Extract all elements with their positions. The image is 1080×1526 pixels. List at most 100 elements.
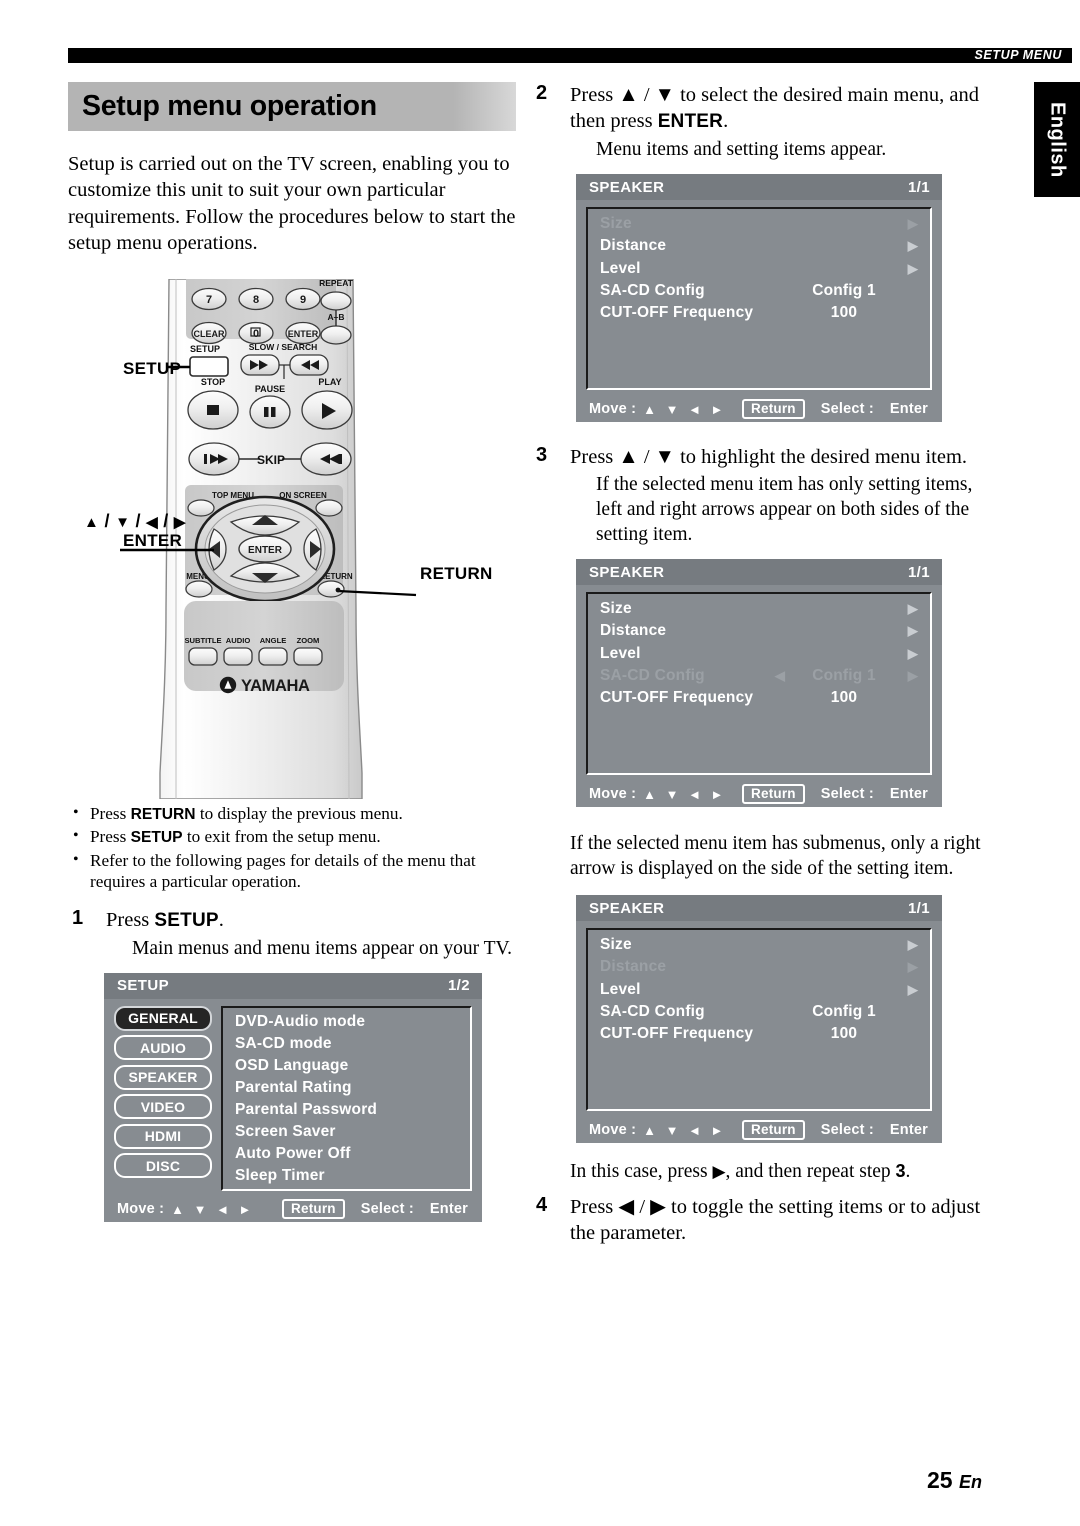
step-3-number: 3 [536,444,548,466]
list-item[interactable]: Auto Power Off [235,1143,470,1165]
osd-move-arrows-icon: ▲ ▼ ◄ ► [171,1201,255,1217]
osd-enter-hint: Enter [889,786,928,802]
list-item: Refer to the following pages for details… [68,849,516,893]
osd-tab-hdmi[interactable]: HDMI [114,1123,212,1149]
osd-move-hint: Move : [589,1122,637,1138]
osd-enter-hint: Enter [889,401,928,417]
svg-text:PAUSE: PAUSE [255,384,285,394]
osd-select-hint: Select : [820,786,874,802]
list-item[interactable]: CUT-OFF Frequency 100 [588,1023,930,1045]
osd-return-button[interactable]: Return [282,1199,345,1220]
list-item[interactable]: Parental Password [235,1099,470,1121]
list-item[interactable]: CUT-OFF Frequency 100 [588,302,930,324]
osd-enter-hint: Enter [429,1201,468,1218]
up-arrow-icon: ▲ [618,84,639,106]
list-item[interactable]: Size ▶ [588,934,930,956]
osd-move-arrows-icon: ▲ ▼ ◄ ► [643,1122,727,1138]
osd-speaker3-page: 1/1 [907,899,930,917]
callout-return: RETURN [420,563,493,583]
osd-speaker3-titlebar: SPEAKER 1/1 [576,895,942,921]
right-arrow-icon: ▶ [907,959,918,975]
callout-enter: ENTER [123,530,183,550]
right-arrow-icon: ▶ [907,645,918,661]
osd-move-hint: Move : [589,786,637,802]
osd-return-button[interactable]: Return [742,399,805,419]
list-item[interactable]: Distance ▶ [588,620,930,642]
osd-speaker-screen-3: SPEAKER 1/1 Size ▶ Distance ▶ Level ▶ SA-CD… [576,895,942,1143]
list-item[interactable]: Size ▶ [588,213,930,235]
svg-text:9: 9 [300,294,306,306]
svg-text:REPEAT: REPEAT [319,279,354,288]
list-item[interactable]: SA-CD Config ◀ Config 1 ▶ [588,665,930,687]
osd-speaker1-titlebar: SPEAKER 1/1 [576,174,942,200]
list-item[interactable]: Sleep Timer [235,1165,470,1187]
list-item[interactable]: SA-CD mode [235,1033,470,1055]
osd-tab-speaker[interactable]: SPEAKER [114,1064,212,1090]
step-2: 2 Press ▲ / ▼ to select the desired main… [532,82,982,162]
callout-setup: SETUP [123,358,182,378]
svg-text:0: 0 [253,328,259,340]
osd-select-hint: Select : [820,1122,874,1138]
osd-setup-footer: Move : ▲ ▼ ◄ ► Return Select : Enter [104,1196,482,1222]
step-2-lead: Press ▲ / ▼ to select the desired main m… [570,84,979,132]
page-number-value: 25 [927,1467,953,1493]
svg-text:8: 8 [253,294,259,306]
list-item: Press RETURN to display the previous men… [68,802,516,826]
svg-text:ENTER: ENTER [248,545,283,556]
step-2-subtext: Menu items and setting items appear. [596,139,887,160]
list-item[interactable]: Distance ▶ [588,235,930,257]
list-item[interactable]: DVD-Audio mode [235,1011,470,1033]
osd-speaker1-title: SPEAKER [589,178,665,196]
osd-speaker2-list: Size ▶ Distance ▶ Level ▶ SA-CD Config ◀ Conf… [586,592,932,775]
right-column: 2 Press ▲ / ▼ to select the desired main… [532,82,982,1246]
right-arrow-icon: ▶ [907,668,918,684]
osd-tab-video[interactable]: VIDEO [114,1094,212,1120]
svg-text:A–B: A–B [327,312,344,322]
in-this-case-note: In this case, press ▶, and then repeat s… [570,1161,911,1182]
osd-setup-title: SETUP [117,977,170,995]
step-1-subtext: Main menus and menu items appear on your… [132,937,513,959]
list-item[interactable]: Level ▶ [588,258,930,280]
osd-speaker-screen-1: SPEAKER 1/1 Size ▶ Distance ▶ Level ▶ SA-CD… [576,174,942,422]
list-item[interactable]: SA-CD Config Config 1 [588,1001,930,1023]
osd-tab-disc[interactable]: DISC [114,1153,212,1179]
right-arrow-icon: ▶ [907,937,918,953]
language-tab: English [1034,82,1080,197]
list-item[interactable]: Level ▶ [588,643,930,665]
left-arrow-icon: ◀ [774,668,786,684]
language-tab-label: English [1046,101,1069,178]
osd-tab-general[interactable]: GENERAL [114,1005,212,1031]
page-title: Setup menu operation [82,90,377,122]
step-3-subtext: If the selected menu item has only setti… [596,474,973,545]
svg-text:AUDIO: AUDIO [226,636,251,645]
left-column: Setup menu operation Setup is carried ou… [68,82,516,1223]
osd-select-hint: Select : [820,401,874,417]
osd-move-hint: Move : ▲ ▼ ◄ ► [117,1201,255,1218]
list-item[interactable]: CUT-OFF Frequency 100 [588,687,930,709]
down-arrow-icon: ▼ [654,446,675,468]
list-item[interactable]: Screen Saver [235,1121,470,1143]
list-item[interactable]: Level ▶ [588,979,930,1001]
header-rule [68,48,980,63]
step-3: 3 Press ▲ / ▼ to highlight the desired m… [532,444,982,547]
list-item[interactable]: Distance ▶ [588,956,930,978]
osd-return-button[interactable]: Return [742,784,805,804]
svg-text:7: 7 [206,294,212,306]
list-item[interactable]: Size ▶ [588,598,930,620]
osd-enter-hint: Enter [889,1122,928,1138]
up-arrow-icon: ▲ [618,446,639,468]
step-4-lead: Press ◀ / ▶ to toggle the setting items … [570,1196,981,1244]
list-item[interactable]: Parental Rating [235,1077,470,1099]
right-arrow-icon: ▶ [650,1196,666,1218]
osd-tab-audio[interactable]: AUDIO [114,1035,212,1061]
osd-speaker1-page: 1/1 [907,178,930,196]
osd-return-button[interactable]: Return [742,1120,805,1140]
list-item: Press SETUP to exit from the setup menu. [68,825,516,849]
step-1: 1 Press SETUP. Main menus and menu items… [68,907,516,961]
right-arrow-icon: ▶ [907,260,918,276]
page-title-band: Setup menu operation [68,82,516,131]
list-item[interactable]: OSD Language [235,1055,470,1077]
right-arrow-icon: ▶ [907,216,918,232]
list-item[interactable]: SA-CD Config Config 1 [588,280,930,302]
osd-speaker2-title: SPEAKER [589,563,665,581]
